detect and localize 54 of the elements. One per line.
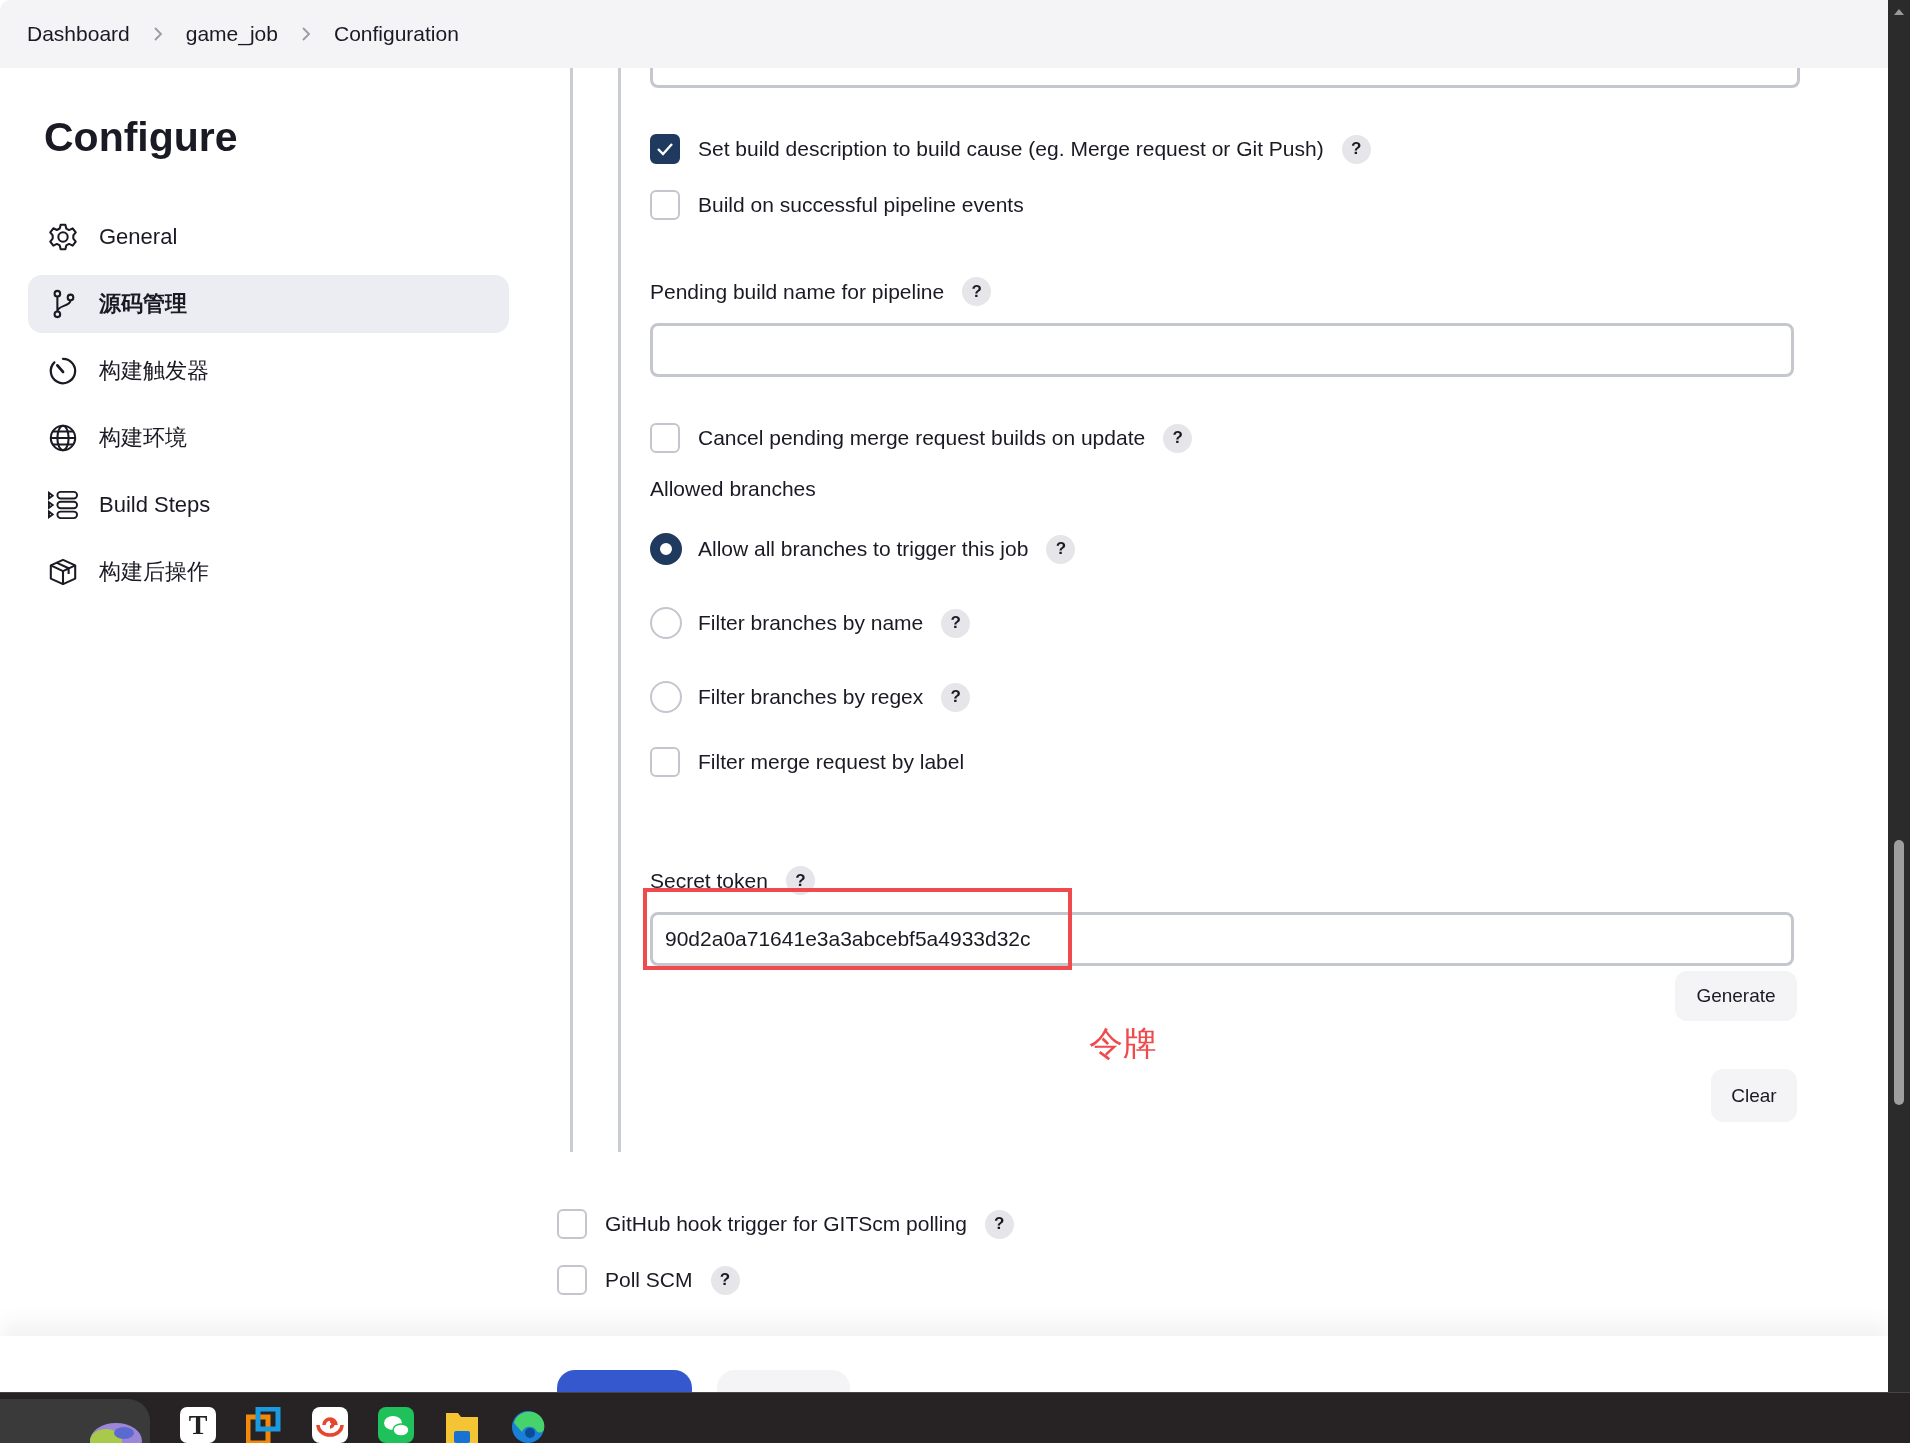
- field-label: Secret token: [650, 868, 768, 893]
- globe-icon: [48, 423, 78, 453]
- checkbox-label: Poll SCM: [605, 1268, 693, 1292]
- checkbox-label: Filter merge request by label: [698, 750, 965, 774]
- generate-button[interactable]: Generate: [1675, 971, 1797, 1021]
- sidebar-item[interactable]: General: [28, 208, 509, 266]
- clear-button[interactable]: Clear: [1711, 1069, 1797, 1122]
- help-icon[interactable]: ?: [1163, 423, 1193, 453]
- chevron-icon: [151, 25, 164, 43]
- scrollbar-thumb[interactable]: [1894, 840, 1904, 1105]
- help-icon[interactable]: ?: [984, 1209, 1014, 1239]
- help-icon[interactable]: ?: [962, 277, 992, 306]
- list-icon: [48, 490, 78, 520]
- checkbox-label: Cancel pending merge request builds on update: [698, 426, 1146, 450]
- breadcrumb-link[interactable]: Configuration: [333, 22, 459, 46]
- swirl-icon[interactable]: [312, 1407, 348, 1443]
- gear-icon: [48, 222, 78, 252]
- help-icon[interactable]: ?: [941, 682, 971, 712]
- package-icon: [48, 557, 78, 587]
- sidebar-item[interactable]: 构建后操作: [28, 543, 509, 601]
- checkbox[interactable]: [650, 134, 680, 164]
- chevron-icon: [299, 25, 312, 43]
- overlapping-squares-icon[interactable]: [246, 1407, 282, 1443]
- sidebar-item[interactable]: 构建触发器: [28, 342, 509, 400]
- field-label: Pending build name for pipeline: [650, 279, 945, 304]
- annotation-text: 令牌: [1089, 1023, 1157, 1064]
- scroll-up-icon[interactable]: [1893, 8, 1905, 16]
- checkbox-label: Set build description to build cause (eg. Merge request or Git Push): [698, 137, 1324, 161]
- token-field[interactable]: 90d2a0a71641e3a3abcebf5a4933d32c: [650, 912, 1794, 966]
- help-icon[interactable]: ?: [1046, 534, 1076, 564]
- timer-icon: [48, 356, 78, 386]
- page-title: Configure: [44, 114, 239, 160]
- check-icon: [656, 142, 674, 156]
- checkbox-label: GitHub hook trigger for GITScm polling: [605, 1212, 967, 1236]
- breadcrumb-link[interactable]: game_job: [185, 22, 278, 46]
- sidebar-item[interactable]: 构建环境: [28, 409, 509, 467]
- help-icon[interactable]: ?: [941, 608, 971, 638]
- text-field[interactable]: [650, 68, 1800, 88]
- chat-bubbles-icon[interactable]: [378, 1407, 414, 1443]
- help-icon[interactable]: ?: [710, 1265, 740, 1295]
- radio-label: Filter branches by regex: [698, 685, 924, 709]
- help-icon[interactable]: ?: [1341, 134, 1371, 164]
- checkbox-label: Build on successful pipeline events: [698, 193, 1024, 217]
- radio-label: Filter branches by name: [698, 611, 924, 635]
- sidebar-item[interactable]: 源码管理: [28, 275, 509, 333]
- text-field[interactable]: [650, 323, 1794, 377]
- sidebar-item[interactable]: Build Steps: [28, 476, 509, 534]
- scrollbar[interactable]: [1888, 0, 1910, 1392]
- radio-button[interactable]: [650, 533, 682, 565]
- widget-button[interactable]: [0, 1399, 150, 1443]
- text-app-icon[interactable]: T: [180, 1407, 216, 1443]
- radio-label: Allow all branches to trigger this job: [698, 537, 1029, 561]
- section-label: Allowed branches: [650, 477, 816, 501]
- breadcrumb-link[interactable]: Dashboard: [27, 22, 130, 46]
